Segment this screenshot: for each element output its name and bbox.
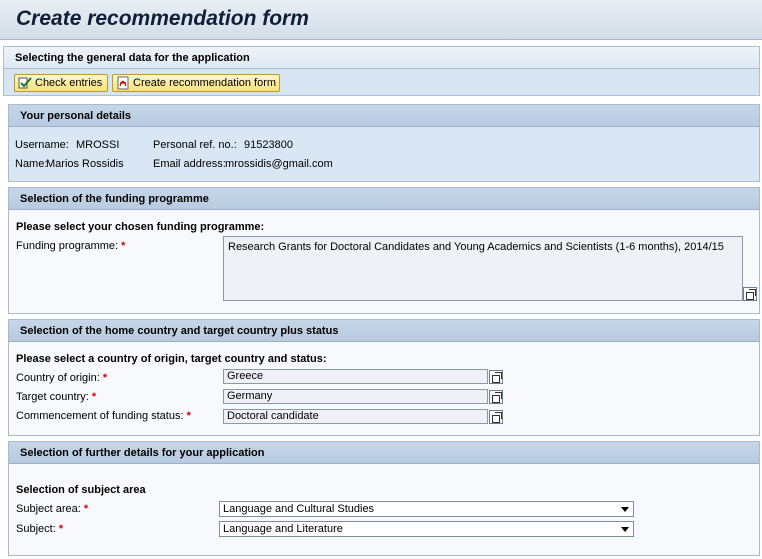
funding-programme-value: Research Grants for Doctoral Candidates …	[228, 241, 724, 253]
email-label: Email address:	[153, 158, 226, 170]
personal-details-header: Your personal details	[9, 105, 759, 127]
subject-area-label: Subject area: *	[16, 503, 89, 515]
country-prompt: Please select a country of origin, targe…	[16, 353, 327, 365]
funding-status-value: Doctoral candidate	[227, 410, 319, 422]
email-value: mrossidis@gmail.com	[225, 158, 333, 170]
funding-programme-prompt: Please select your chosen funding progra…	[16, 221, 265, 233]
further-details-header: Selection of further details for your ap…	[9, 442, 759, 464]
funding-programme-header: Selection of the funding programme	[9, 188, 759, 210]
subject-select[interactable]: Language and Literature	[219, 521, 634, 537]
country-selection-header: Selection of the home country and target…	[9, 320, 759, 342]
subject-area-select[interactable]: Language and Cultural Studies	[219, 501, 634, 517]
chevron-down-icon	[621, 507, 629, 512]
personal-ref-value: 91523800	[244, 139, 293, 151]
username-value: MROSSI	[76, 139, 120, 151]
pdf-form-icon	[117, 76, 129, 90]
funding-programme-tray: Selection of the funding programme Pleas…	[8, 187, 760, 314]
personal-ref-label: Personal ref. no.:	[153, 139, 237, 151]
required-marker: *	[58, 523, 64, 535]
country-of-origin-value: Greece	[227, 370, 264, 382]
subject-value: Language and Literature	[223, 523, 343, 535]
general-data-panel: Selecting the general data for the appli…	[3, 46, 760, 96]
check-entries-icon	[18, 77, 32, 89]
name-value: Marios Rossidis	[46, 158, 124, 170]
funding-programme-label: Funding programme: *	[16, 240, 126, 252]
subject-label: Subject: *	[16, 523, 64, 535]
personal-details-tray: Your personal details Username: MROSSI P…	[8, 104, 760, 182]
funding-programme-field[interactable]: Research Grants for Doctoral Candidates …	[223, 236, 743, 301]
value-help-icon[interactable]	[489, 390, 503, 404]
value-help-icon[interactable]	[743, 287, 757, 301]
value-help-icon[interactable]	[489, 370, 503, 384]
general-data-heading: Selecting the general data for the appli…	[15, 52, 250, 64]
country-selection-tray: Selection of the home country and target…	[8, 319, 760, 436]
required-marker: *	[102, 372, 108, 384]
further-details-tray: Selection of further details for your ap…	[8, 441, 760, 556]
username-label: Username:	[15, 139, 69, 151]
check-entries-button[interactable]: Check entries	[14, 74, 108, 92]
target-country-label: Target country: *	[16, 391, 97, 403]
page-title: Create recommendation form	[16, 7, 309, 30]
further-details-heading: Selection of further details for your ap…	[20, 447, 265, 459]
target-country-field[interactable]: Germany	[223, 389, 488, 404]
required-marker: *	[83, 503, 89, 515]
target-country-value: Germany	[227, 390, 273, 402]
value-help-icon[interactable]	[489, 410, 503, 424]
required-marker: *	[91, 391, 97, 403]
country-of-origin-field[interactable]: Greece	[223, 369, 488, 384]
title-bar: Create recommendation form	[0, 0, 762, 40]
country-selection-heading: Selection of the home country and target…	[20, 325, 339, 337]
check-entries-label: Check entries	[35, 77, 103, 89]
funding-status-label: Commencement of funding status: *	[16, 410, 191, 422]
required-marker: *	[186, 410, 191, 422]
create-recommendation-form-button[interactable]: Create recommendation form	[112, 74, 280, 92]
subject-area-value: Language and Cultural Studies	[223, 503, 375, 515]
chevron-down-icon	[621, 527, 629, 532]
subject-area-subheading: Selection of subject area	[16, 484, 146, 496]
required-marker: *	[121, 240, 126, 252]
name-label: Name:	[15, 158, 48, 170]
country-of-origin-label: Country of origin: *	[16, 372, 108, 384]
create-recommendation-form-label: Create recommendation form	[133, 77, 277, 89]
funding-status-field[interactable]: Doctoral candidate	[223, 409, 488, 424]
personal-details-heading: Your personal details	[20, 110, 132, 122]
funding-programme-heading: Selection of the funding programme	[20, 193, 209, 205]
general-data-header: Selecting the general data for the appli…	[4, 47, 759, 69]
